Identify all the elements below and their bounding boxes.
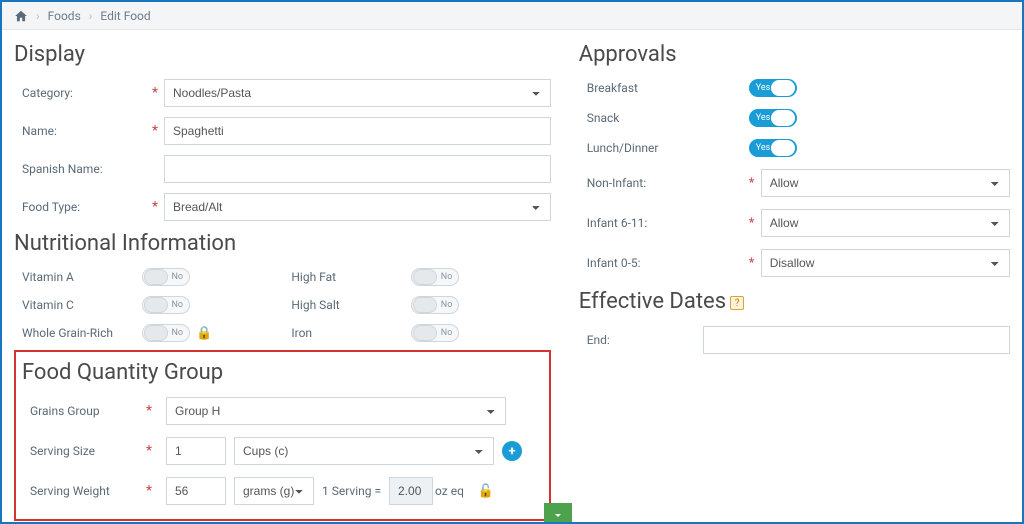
breakfast-toggle[interactable]: Yes <box>749 79 797 97</box>
end-date-input[interactable] <box>703 326 1010 354</box>
required-marker: * <box>749 256 761 271</box>
iron-toggle[interactable]: No <box>411 324 459 342</box>
section-effective: Effective Dates? <box>579 289 1010 314</box>
snack-label: Snack <box>579 111 749 125</box>
serving-size-input[interactable] <box>166 437 226 465</box>
vitamin-c-label: Vitamin C <box>22 298 142 312</box>
foodtype-label: Food Type: <box>14 200 144 214</box>
required-marker: * <box>144 199 158 215</box>
home-icon[interactable] <box>14 9 28 23</box>
required-marker: * <box>146 403 160 419</box>
breadcrumb-edit: Edit Food <box>100 9 150 23</box>
category-label: Category: <box>14 86 144 100</box>
required-marker: * <box>749 216 761 231</box>
serving-equiv-prefix: 1 Serving = <box>322 484 381 498</box>
infant-0-5-select[interactable]: Disallow <box>761 249 1010 277</box>
spanish-name-label: Spanish Name: <box>14 162 144 176</box>
add-serving-icon[interactable]: + <box>502 441 522 461</box>
infant-6-11-select[interactable]: Allow <box>761 209 1010 237</box>
required-marker: * <box>144 123 158 139</box>
section-fqg: Food Quantity Group <box>22 360 541 385</box>
vitamin-a-toggle[interactable]: No <box>142 268 190 286</box>
grains-group-label: Grains Group <box>16 404 146 418</box>
end-date-label: End: <box>579 333 703 347</box>
breadcrumb-sep: › <box>89 9 93 23</box>
whole-grain-label: Whole Grain-Rich <box>22 326 142 340</box>
unlock-icon[interactable]: 🔓 <box>478 484 494 499</box>
breadcrumb: › Foods › Edit Food <box>2 2 1022 30</box>
help-icon[interactable]: ? <box>730 296 744 310</box>
vitamin-a-label: Vitamin A <box>22 270 142 284</box>
high-salt-label: High Salt <box>291 298 411 312</box>
section-display: Display <box>14 42 551 67</box>
serving-weight-input[interactable] <box>166 477 226 505</box>
serving-equiv-value <box>389 477 433 505</box>
serving-size-label: Serving Size <box>16 444 146 458</box>
high-salt-toggle[interactable]: No <box>411 296 459 314</box>
lunch-dinner-toggle[interactable]: Yes <box>749 139 797 157</box>
grains-group-select[interactable]: Group H <box>166 397 506 425</box>
snack-toggle[interactable]: Yes <box>749 109 797 127</box>
lunch-dinner-label: Lunch/Dinner <box>579 141 749 155</box>
iron-label: Iron <box>291 326 411 340</box>
high-fat-label: High Fat <box>291 270 411 284</box>
breadcrumb-foods[interactable]: Foods <box>48 9 81 23</box>
section-nutrition: Nutritional Information <box>14 231 551 256</box>
food-quantity-group-box: Food Quantity Group Grains Group * Group… <box>14 350 551 521</box>
foodtype-select[interactable]: Bread/Alt <box>164 193 551 221</box>
non-infant-select[interactable]: Allow <box>761 169 1010 197</box>
vitamin-c-toggle[interactable]: No <box>142 296 190 314</box>
lock-icon: 🔒 <box>196 326 212 341</box>
name-input[interactable] <box>164 117 551 145</box>
infant-6-11-label: Infant 6-11: <box>579 216 749 230</box>
serving-weight-unit-select[interactable]: grams (g) <box>234 477 314 505</box>
serving-weight-label: Serving Weight <box>16 484 146 498</box>
whole-grain-toggle[interactable]: No <box>142 324 190 342</box>
breakfast-label: Breakfast <box>579 81 749 95</box>
required-marker: * <box>146 443 160 459</box>
required-marker: * <box>144 85 158 101</box>
breadcrumb-sep: › <box>36 9 40 23</box>
serving-size-unit-select[interactable]: Cups (c) <box>234 437 494 465</box>
spanish-name-input[interactable] <box>164 155 551 183</box>
serving-equiv-suffix: oz eq <box>435 484 464 498</box>
category-select[interactable]: Noodles/Pasta <box>164 79 551 107</box>
non-infant-label: Non-Infant: <box>579 176 749 190</box>
name-label: Name: <box>14 124 144 138</box>
required-marker: * <box>146 483 160 499</box>
high-fat-toggle[interactable]: No <box>411 268 459 286</box>
section-approvals: Approvals <box>579 42 1010 67</box>
expand-down-button[interactable] <box>544 503 572 524</box>
infant-0-5-label: Infant 0-5: <box>579 256 749 270</box>
required-marker: * <box>749 176 761 191</box>
